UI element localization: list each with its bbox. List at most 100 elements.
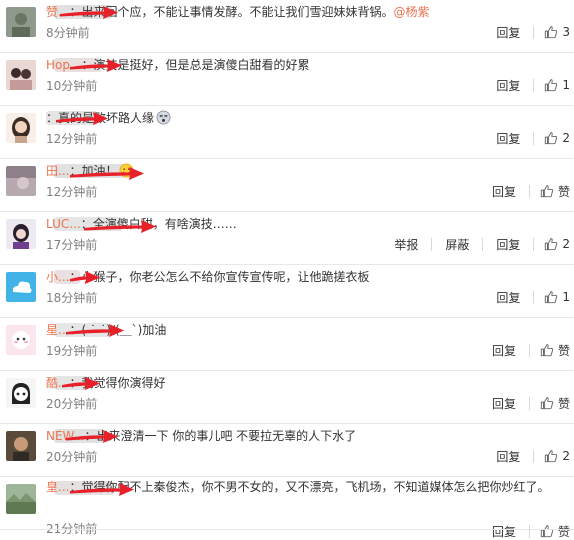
reply-button[interactable]: 回复 (493, 236, 523, 253)
smile-emoji-icon (119, 163, 134, 178)
avatar-gray-icon[interactable] (6, 7, 36, 37)
divider (528, 524, 530, 538)
reply-button[interactable]: 回复 (493, 289, 523, 306)
comment-actions: 回复 2 (493, 448, 570, 464)
like-label: 赞 (557, 343, 570, 358)
reply-button[interactable]: 回复 (489, 183, 519, 200)
divider (528, 184, 530, 198)
reply-button[interactable]: 回复 (489, 523, 519, 540)
avatar-landscape-icon[interactable] (6, 484, 36, 514)
comment-content: ：真的是败坏路人缘 (46, 110, 571, 126)
like-button[interactable]: 3 (544, 25, 570, 39)
username-link[interactable]: 星... (46, 323, 69, 337)
divider (533, 237, 535, 251)
comment-content: 酷...：我觉得你演得好 (46, 375, 571, 391)
like-button[interactable]: 赞 (540, 395, 570, 412)
comment-actions: 回复 赞 (489, 395, 570, 411)
comment-actions: 回复 3 (493, 24, 570, 40)
comment-actions: 回复 1 (493, 77, 570, 93)
like-label: 赞 (557, 184, 570, 199)
avatar-woman-icon[interactable] (6, 219, 36, 249)
comment-text: ：演技是挺好，但是总是演傻白甜看的好累 (81, 58, 310, 72)
comment-content: NEW...：出来澄清一下 你的事儿吧 不要拉无辜的人下水了 (46, 428, 571, 444)
comment-content: 星...：( ˙-˙)/(＿ˋ)加油 (46, 322, 571, 338)
comment-time: 20分钟前 (46, 397, 98, 411)
like-button[interactable]: 2 (544, 131, 570, 145)
avatar-cartoon-girl-icon[interactable] (6, 378, 36, 408)
comment-time: 12分钟前 (46, 185, 98, 199)
like-button[interactable]: 赞 (540, 342, 570, 359)
avatar-cloud-icon[interactable] (6, 272, 36, 302)
comment-item: Hop...：演技是挺好，但是总是演傻白甜看的好累 10分钟前 回复 1 (0, 53, 574, 106)
reply-button[interactable]: 回复 (489, 342, 519, 359)
like-count: 2 (562, 237, 570, 251)
comment-text: ：我觉得你演得好 (69, 376, 166, 390)
thumbs-up-icon (545, 132, 558, 145)
like-button[interactable]: 赞 (540, 183, 570, 200)
divider (528, 396, 530, 410)
reply-button[interactable]: 回复 (493, 448, 523, 465)
block-button[interactable]: 屏蔽 (442, 236, 472, 253)
comment-time: 20分钟前 (46, 450, 98, 464)
like-count: 3 (562, 25, 570, 39)
reply-button[interactable]: 回复 (493, 24, 523, 41)
comment-item: NEW...：出来澄清一下 你的事儿吧 不要拉无辜的人下水了 20分钟前 回复 2 (0, 424, 574, 477)
comment-text: ：全演傻白甜，有啥演技…… (80, 217, 237, 231)
dizzy-face-emoji-icon (156, 110, 171, 125)
divider (533, 25, 535, 39)
like-button[interactable]: 1 (544, 78, 570, 92)
thumbs-up-icon (545, 291, 558, 304)
like-count: 1 (562, 78, 570, 92)
comment-content: 皇...：觉得你配不上秦俊杰，你不男不女的，又不漂亮，飞机场，不知道媒体怎么把你… (46, 479, 571, 495)
comment-text: ：小猴子，你老公怎么不给你宣传宣传呢，让他跪搓衣板 (69, 270, 370, 284)
reply-button[interactable]: 回复 (493, 77, 523, 94)
username-link[interactable]: 皇... (46, 480, 69, 494)
thumbs-up-icon (540, 344, 554, 357)
username-link[interactable]: LUC... (46, 217, 81, 231)
comment-actions: 回复 赞 (489, 523, 570, 539)
comment-time: 17分钟前 (46, 238, 98, 252)
like-button[interactable]: 赞 (540, 523, 570, 540)
comment-item: 田...：加油！ 12分钟前 回复 赞 (0, 159, 574, 212)
comment-text: ：出来澄清一下 你的事儿吧 不要拉无辜的人下水了 (84, 429, 357, 443)
comment-content: Hop...：演技是挺好，但是总是演傻白甜看的好累 (46, 57, 571, 73)
avatar-pink-cartoon-icon[interactable] (6, 325, 36, 355)
comment-text: ：真的是败坏路人缘 (46, 111, 155, 125)
avatar-couple-icon[interactable] (6, 60, 36, 90)
divider (533, 131, 535, 145)
avatar-man-icon[interactable] (6, 431, 36, 461)
username-link[interactable]: NEW... (46, 429, 85, 443)
divider (533, 449, 535, 463)
reply-button[interactable]: 回复 (493, 130, 523, 147)
avatar-girl-icon[interactable] (6, 113, 36, 143)
username-link[interactable]: 酷... (46, 376, 69, 390)
comment-actions: 举报 屏蔽 回复 2 (391, 236, 570, 252)
divider (533, 78, 535, 92)
like-button[interactable]: 2 (544, 449, 570, 463)
comment-time: 18分钟前 (46, 291, 98, 305)
comment-item: 小...：小猴子，你老公怎么不给你宣传宣传呢，让他跪搓衣板 18分钟前 回复 1 (0, 265, 574, 318)
like-button[interactable]: 1 (544, 290, 570, 304)
comment-content: 小...：小猴子，你老公怎么不给你宣传宣传呢，让他跪搓衣板 (46, 269, 571, 285)
thumbs-up-icon (540, 185, 554, 198)
comment-content: LUC...：全演傻白甜，有啥演技…… (46, 216, 571, 232)
avatar-photo-icon[interactable] (6, 166, 36, 196)
comment-item: 赞...：出来回个应，不能让事情发酵。不能让我们雪迎妹妹背锅。@杨紫 8分钟前 回复… (0, 0, 574, 53)
reply-button[interactable]: 回复 (489, 395, 519, 412)
divider (533, 290, 535, 304)
report-button[interactable]: 举报 (391, 236, 421, 253)
comment-text: ：( ˙-˙)/(＿ˋ)加油 (69, 323, 167, 337)
like-count: 2 (562, 131, 570, 145)
username-link[interactable]: 小... (46, 270, 69, 284)
like-button[interactable]: 2 (544, 237, 570, 251)
username-link[interactable]: 赞... (46, 5, 69, 19)
mention-link[interactable]: @杨紫 (393, 5, 429, 19)
username-link[interactable]: Hop... (46, 58, 81, 72)
thumbs-up-icon (545, 450, 558, 463)
username-link[interactable]: 田... (46, 164, 69, 178)
comment-content: 赞...：出来回个应，不能让事情发酵。不能让我们雪迎妹妹背锅。@杨紫 (46, 4, 571, 20)
like-label: 赞 (557, 396, 570, 411)
thumbs-up-icon (540, 525, 554, 538)
comment-text: ：出来回个应，不能让事情发酵。不能让我们雪迎妹妹背锅。 (69, 5, 394, 19)
comment-time: 8分钟前 (46, 26, 90, 40)
